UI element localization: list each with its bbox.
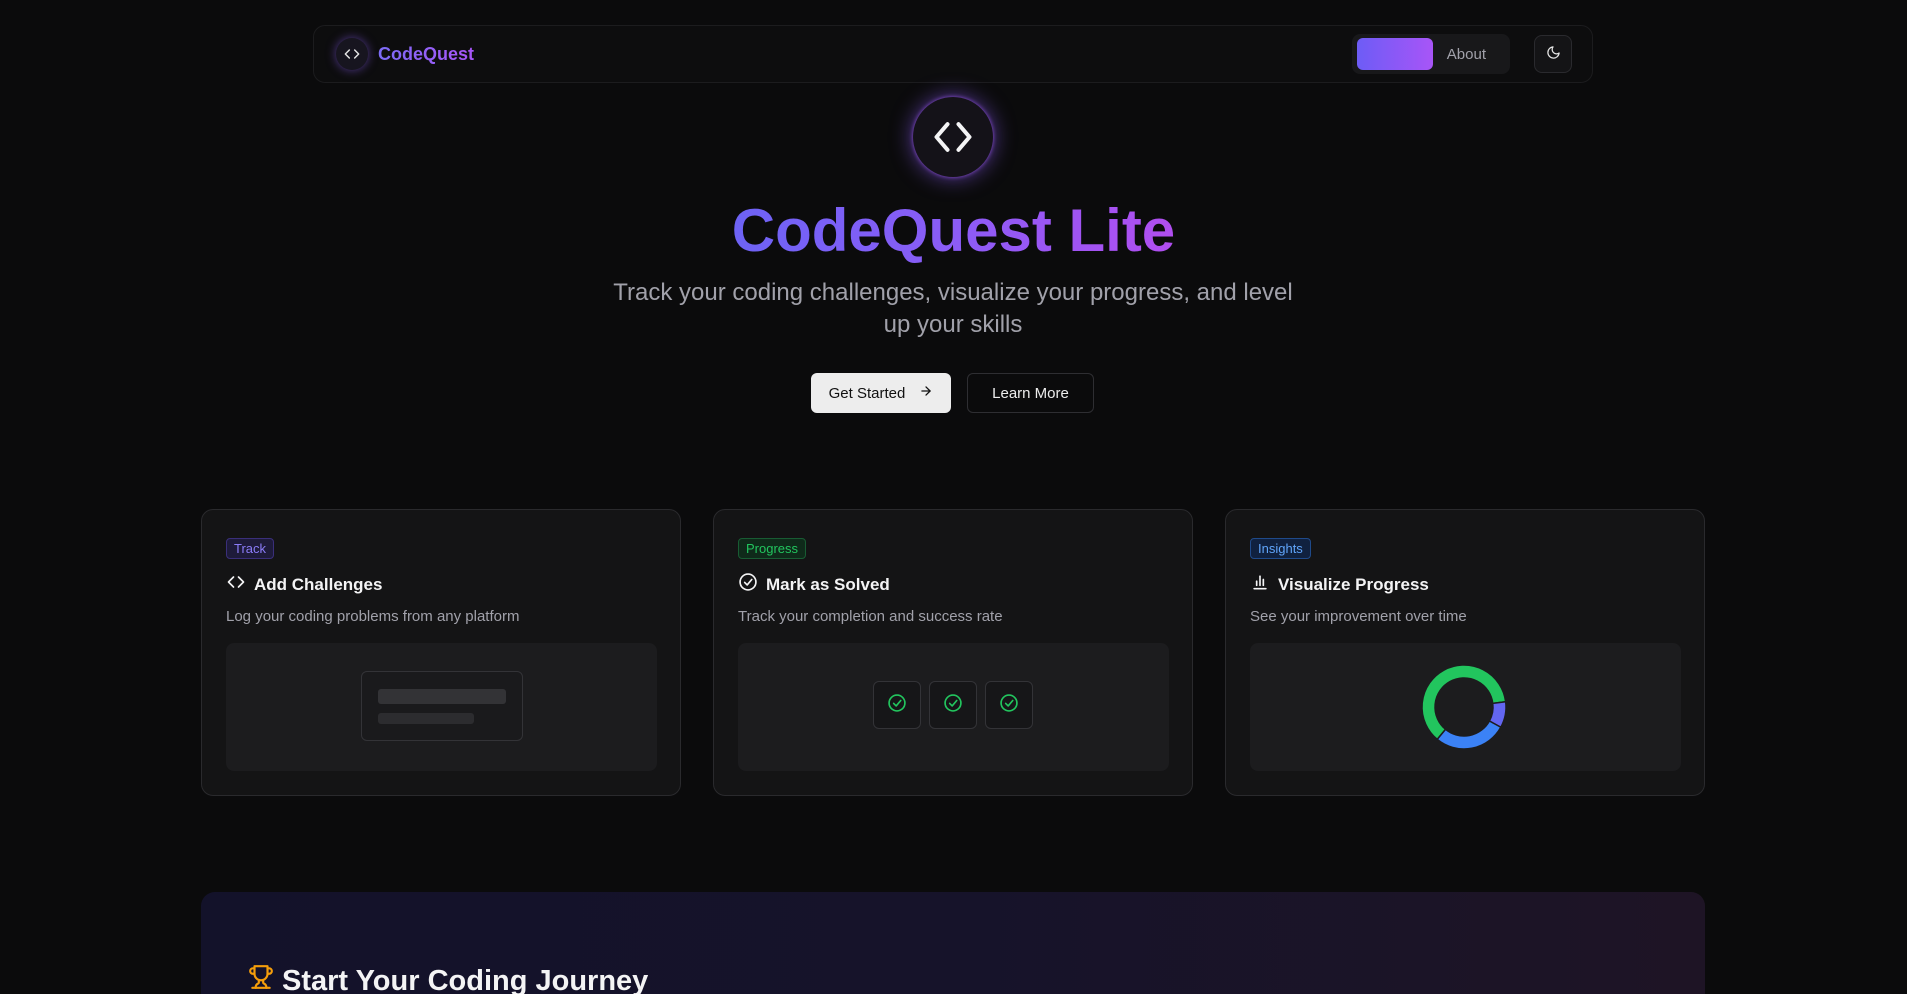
theme-toggle-button[interactable] — [1534, 35, 1572, 73]
moon-icon — [1546, 45, 1561, 63]
check-circle-icon — [887, 693, 907, 718]
code-icon — [336, 38, 368, 70]
progress-donut — [1412, 655, 1516, 759]
brand-name: CodeQuest — [378, 43, 475, 64]
card-title-text: Add Challenges — [254, 574, 383, 594]
card-title: Add Challenges — [226, 572, 382, 597]
hero-subtitle: Track your coding challenges, visualize … — [613, 279, 1293, 338]
check-circle-icon — [943, 693, 963, 718]
solved-check-box — [929, 681, 977, 729]
card-title-text: Visualize Progress — [1278, 574, 1429, 594]
cta-title-text: Start Your Coding Journey — [282, 964, 649, 994]
badge-track: Track — [226, 538, 275, 559]
card-description: See your improvement over time — [1250, 608, 1467, 625]
card-title: Visualize Progress — [1250, 572, 1429, 597]
solved-check-box — [985, 681, 1033, 729]
challenge-input-mock — [361, 671, 523, 741]
card-preview — [1250, 643, 1681, 771]
cta-title: Start Your Coding Journey — [248, 964, 648, 994]
card-title-text: Mark as Solved — [766, 574, 890, 594]
hero-title: CodeQuest Lite — [731, 197, 1176, 264]
feature-card-mark-solved: Progress Mark as Solved Track your compl… — [713, 509, 1193, 796]
badge-progress: Progress — [738, 538, 807, 559]
arrow-right-icon — [919, 384, 933, 402]
mock-line — [378, 689, 506, 704]
feature-card-visualize-progress: Insights Visualize Progress See your imp… — [1225, 509, 1705, 796]
solved-checks — [873, 681, 1033, 729]
bar-chart-icon — [1250, 572, 1270, 597]
navbar: CodeQuest About — [313, 25, 1593, 83]
solved-check-box — [873, 681, 921, 729]
card-title: Mark as Solved — [738, 572, 890, 597]
get-started-button[interactable]: Get Started — [811, 373, 951, 413]
card-description: Track your completion and success rate — [738, 608, 1003, 625]
learn-more-button[interactable]: Learn More — [967, 373, 1094, 413]
brand[interactable]: CodeQuest — [336, 38, 474, 70]
nav-link-about[interactable]: About — [1447, 46, 1486, 63]
code-icon — [226, 572, 246, 597]
cta-section: Start Your Coding Journey — [201, 892, 1705, 994]
hero-code-icon — [913, 97, 993, 177]
nav-tabs: About — [1351, 34, 1510, 74]
trophy-icon — [248, 964, 274, 994]
card-preview — [226, 643, 657, 771]
check-circle-icon — [999, 693, 1019, 718]
feature-card-add-challenges: Track Add Challenges Log your coding pro… — [201, 509, 681, 796]
card-preview — [738, 643, 1169, 771]
page: CodeQuest About CodeQuest Lite Track you… — [0, 0, 1907, 994]
nav-tab-active[interactable] — [1356, 38, 1433, 70]
card-description: Log your coding problems from any platfo… — [226, 608, 520, 625]
mock-line — [378, 713, 474, 724]
get-started-label: Get Started — [828, 384, 906, 402]
badge-insights: Insights — [1250, 538, 1311, 559]
donut-segment — [1436, 719, 1502, 750]
check-circle-icon — [738, 572, 758, 597]
